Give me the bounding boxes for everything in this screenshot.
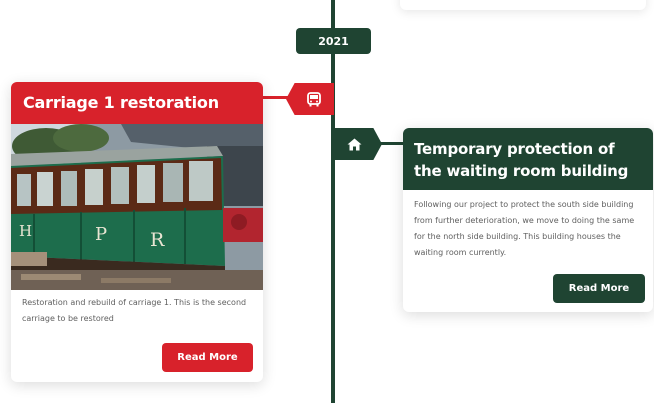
card-description: Restoration and rebuild of carriage 1. T…	[22, 298, 247, 323]
entry-connector-left	[262, 96, 290, 99]
card-title: Carriage 1 restoration	[11, 82, 263, 124]
read-more-button[interactable]: Read More	[553, 274, 645, 303]
timeline-card-waiting-room: Temporary protection of the waiting room…	[403, 128, 653, 312]
carriage-photo: H P R	[11, 124, 263, 290]
previous-entry-card	[400, 0, 646, 10]
timeline-card-carriage-restoration: Carriage 1 restoration H P R Restoration…	[11, 82, 263, 382]
carriage-letter: R	[150, 229, 165, 251]
timeline-marker-carriage	[286, 83, 334, 115]
card-description: Following our project to protect the sou…	[414, 200, 635, 257]
year-badge: 2021	[296, 28, 371, 54]
timeline-page: 2021 Carriage 1 restoration H P R Restor…	[0, 0, 654, 403]
carriage-letter: H	[19, 222, 32, 240]
timeline-marker-waiting-room	[334, 128, 382, 160]
timeline-line	[331, 0, 335, 403]
card-title: Temporary protection of the waiting room…	[403, 128, 653, 190]
read-more-button[interactable]: Read More	[162, 343, 253, 372]
home-icon	[347, 138, 362, 151]
bus-icon	[307, 91, 321, 107]
carriage-letter: P	[95, 224, 107, 245]
